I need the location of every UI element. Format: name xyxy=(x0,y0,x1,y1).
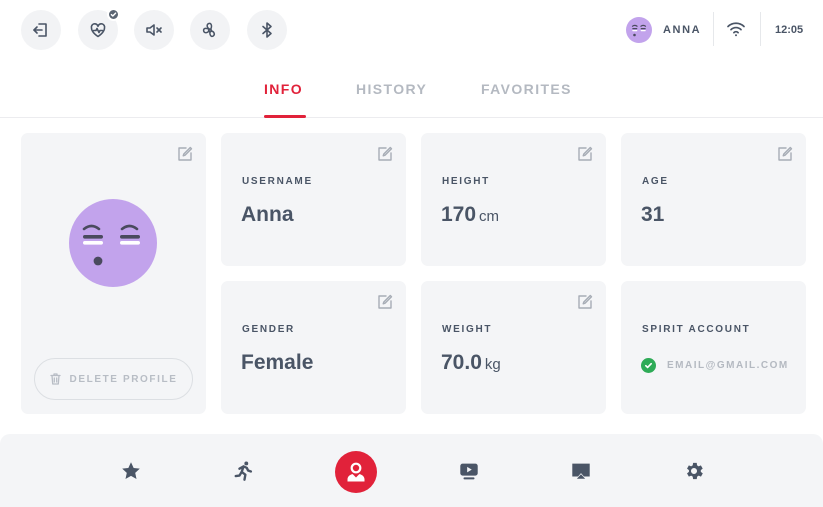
nav-profile[interactable] xyxy=(335,451,377,493)
mute-button[interactable] xyxy=(134,10,174,50)
bluetooth-icon xyxy=(262,22,272,38)
user-icon xyxy=(347,462,365,482)
check-badge xyxy=(107,8,120,21)
fan-button[interactable] xyxy=(190,10,230,50)
age-value: 31 xyxy=(641,203,665,226)
tab-info[interactable]: INFO xyxy=(264,81,303,97)
edit-icon[interactable] xyxy=(577,294,593,310)
heart-rate-button[interactable] xyxy=(78,8,120,50)
gear-icon xyxy=(687,462,703,480)
heart-rate-icon xyxy=(90,23,106,38)
username-value: Anna xyxy=(241,203,294,226)
cast-icon xyxy=(572,463,590,479)
wifi-icon[interactable] xyxy=(726,20,746,38)
account-email: EMAIL@GMAIL.COM xyxy=(667,360,789,371)
exit-icon xyxy=(33,23,47,37)
weight-number: 70.0 xyxy=(441,351,482,374)
running-icon xyxy=(234,461,253,481)
edit-icon[interactable] xyxy=(177,146,193,162)
edit-icon[interactable] xyxy=(377,294,393,310)
field-label: AGE xyxy=(642,176,669,187)
field-label: WEIGHT xyxy=(442,324,493,335)
bottom-nav xyxy=(0,434,823,507)
weight-unit: kg xyxy=(484,356,501,373)
top-bar: ANNA 12:05 xyxy=(0,0,823,62)
video-icon xyxy=(460,463,478,480)
weight-value: 70.0 kg xyxy=(441,351,501,375)
user-chip[interactable]: ANNA xyxy=(626,17,701,43)
age-card[interactable]: AGE 31 xyxy=(621,133,806,266)
field-label: HEIGHT xyxy=(442,176,490,187)
gender-value: Female xyxy=(241,351,314,374)
clock: 12:05 xyxy=(775,24,804,36)
tab-favorites[interactable]: FAVORITES xyxy=(481,81,572,97)
profile-card: DELETE PROFILE xyxy=(21,133,206,414)
active-tab-indicator xyxy=(264,115,306,118)
star-icon xyxy=(122,462,140,479)
divider xyxy=(760,12,761,46)
edit-icon[interactable] xyxy=(777,146,793,162)
bluetooth-button[interactable] xyxy=(247,10,287,50)
nav-favorites[interactable] xyxy=(112,452,150,490)
height-number: 170 xyxy=(441,203,477,226)
nav-workout[interactable] xyxy=(225,452,263,490)
nav-videos[interactable] xyxy=(450,452,488,490)
height-value: 170 cm xyxy=(441,203,499,227)
account-status: EMAIL@GMAIL.COM xyxy=(641,358,789,373)
field-label: USERNAME xyxy=(242,176,313,187)
avatar xyxy=(626,17,652,43)
height-card[interactable]: HEIGHT 170 cm xyxy=(421,133,606,266)
edit-icon[interactable] xyxy=(377,146,393,162)
edit-icon[interactable] xyxy=(577,146,593,162)
account-card[interactable]: SPIRIT ACCOUNT EMAIL@GMAIL.COM xyxy=(621,281,806,414)
nav-cast[interactable] xyxy=(562,452,600,490)
fan-icon xyxy=(202,22,216,38)
nav-settings[interactable] xyxy=(675,452,713,490)
weight-card[interactable]: WEIGHT 70.0 kg xyxy=(421,281,606,414)
mute-icon xyxy=(146,24,162,36)
divider xyxy=(713,12,714,46)
delete-profile-button[interactable]: DELETE PROFILE xyxy=(34,358,193,400)
field-label: GENDER xyxy=(242,324,295,335)
tab-bar: INFO HISTORY FAVORITES xyxy=(0,62,823,118)
check-circle-icon xyxy=(641,358,656,373)
field-label: SPIRIT ACCOUNT xyxy=(642,324,751,335)
emoji-avatar[interactable] xyxy=(69,199,157,287)
trash-icon xyxy=(49,373,61,385)
height-unit: cm xyxy=(479,208,500,225)
exit-button[interactable] xyxy=(21,10,61,50)
gender-card[interactable]: GENDER Female xyxy=(221,281,406,414)
user-name: ANNA xyxy=(663,24,702,36)
tab-history[interactable]: HISTORY xyxy=(356,81,427,97)
username-card[interactable]: USERNAME Anna xyxy=(221,133,406,266)
